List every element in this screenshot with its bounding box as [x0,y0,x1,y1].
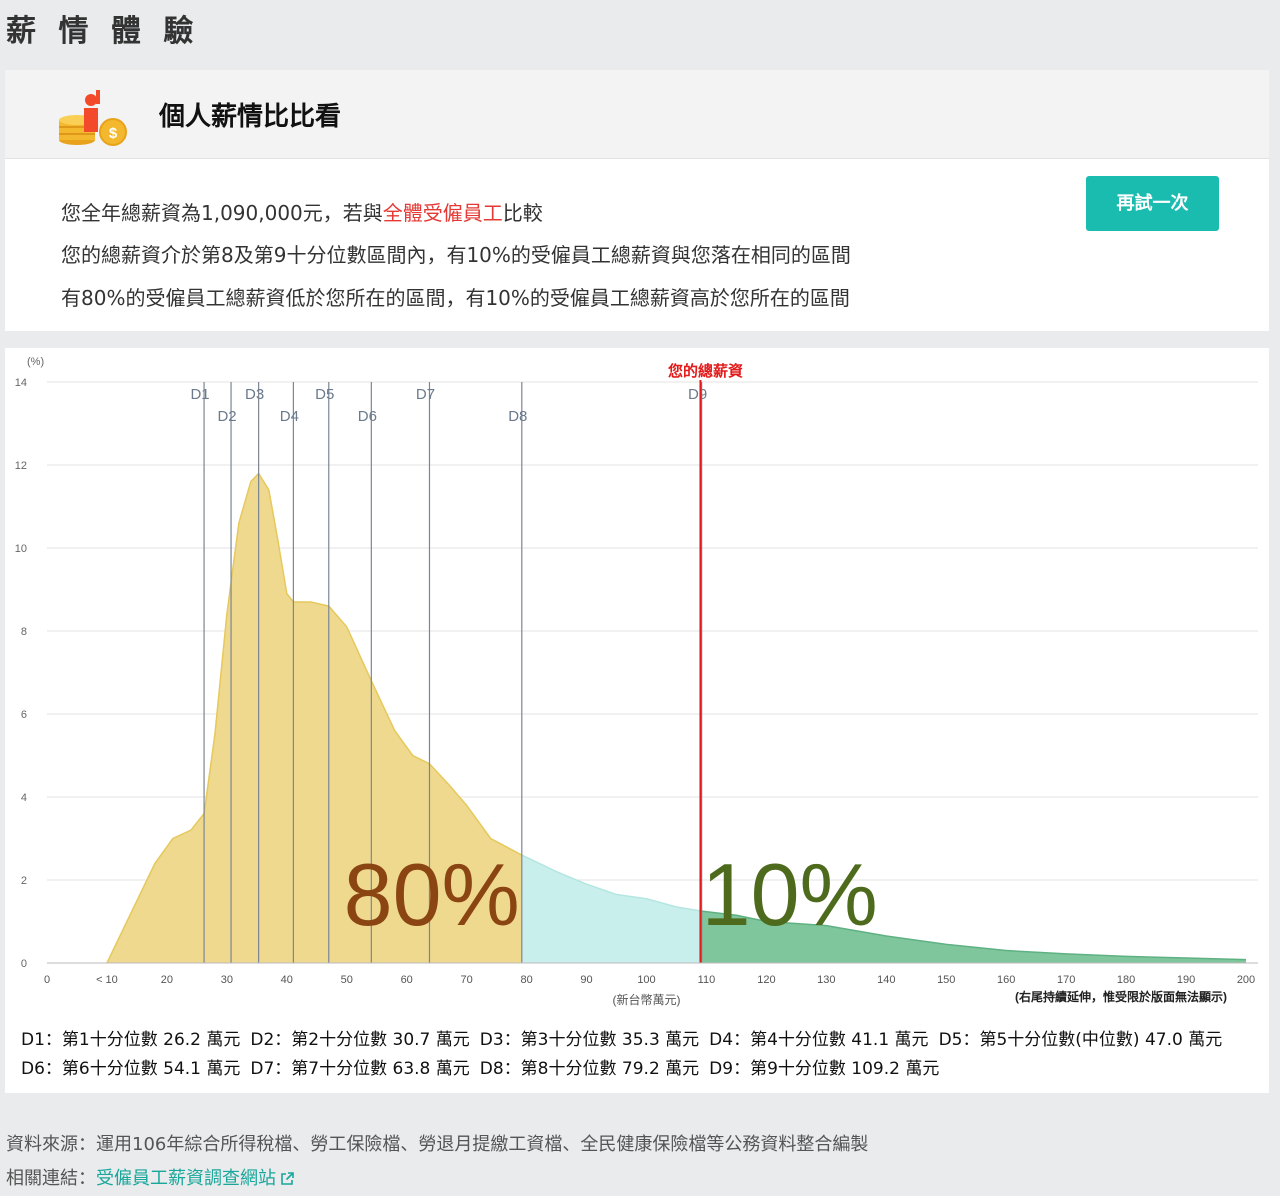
x-tick-label: 160 [997,974,1015,986]
x-tick-label: 150 [937,974,955,986]
x-tick-label: 40 [281,974,293,986]
data-source: 資料來源：運用106年綜合所得稅檔、勞工保險檔、勞退月提繳工資檔、全民健康保險檔… [6,1134,869,1155]
below-share-label: 80% [344,845,520,944]
legend-item-d6: D6：第6十分位數 54.1 萬元 [21,1059,241,1079]
legend-item-d3: D3：第3十分位數 35.3 萬元 [479,1030,700,1050]
x-tick-label: 100 [637,974,655,986]
footer: 資料來源：運用106年綜合所得稅檔、勞工保險檔、勞退月提繳工資檔、全民健康保險檔… [6,1128,868,1196]
y-tick-label: 8 [21,626,27,638]
y-tick-label: 6 [21,709,27,721]
x-tick-label: 0 [44,974,50,986]
y-tick-label: 2 [21,875,27,887]
x-unit-label: (新台幣萬元) [613,992,681,1007]
decile-label-d9: D9 [688,386,707,403]
x-tick-label: 190 [1177,974,1195,986]
user-salary-label: 您的總薪資 [667,362,743,380]
decile-label-d5: D5 [315,386,334,403]
related-links: 相關連結：受僱員工薪資調查網站 [6,1162,868,1196]
y-tick-label: 4 [21,792,27,804]
x-tick-label: 140 [877,974,895,986]
summary-line-3: 有80%的受僱員工總薪資低於您所在的區間，有10%的受僱員工總薪資高於您所在的區… [61,286,850,310]
y-tick-label: 0 [21,958,27,970]
x-tick-label: 90 [580,974,592,986]
summary-line-2: 您的總薪資介於第8及第9十分位數區間內，有10%的受僱員工總薪資與您落在相同的區… [61,243,851,267]
svg-text:$: $ [109,125,118,142]
decile-legend: D1：第1十分位數 26.2 萬元 D2：第2十分位數 30.7 萬元 D3：第3十… [21,1026,1232,1084]
salary-distribution-chart: 0 2 4 6 8 10 12 14(%) D1 D2 D3 D4 D5 D6 D7 D8 D9 您的總薪資 80%… [15,356,1258,1007]
x-tick-label: 110 [698,974,716,986]
comparison-group: 全體受僱員工 [382,201,503,225]
x-tick-label: 50 [341,974,353,986]
y-tick-label: 10 [15,543,27,555]
coins-worker-icon: $ [59,90,127,146]
legend-item-d8: D8：第8十分位數 79.2 萬元 [479,1059,700,1079]
legend-item-d9: D9：第9十分位數 109.2 萬元 [709,1059,940,1079]
external-link-icon[interactable] [280,1172,294,1186]
card-header: $ 個人薪情比比看 [5,70,1269,159]
card-title: 個人薪情比比看 [159,102,342,132]
x-tick-label: 30 [221,974,233,986]
x-tick-label: 130 [817,974,835,986]
legend-item-d4: D4：第4十分位數 41.1 萬元 [709,1030,929,1050]
x-tick-label: < 10 [96,974,118,986]
related-links-label: 相關連結： [6,1168,96,1189]
legend-row-1: D1：第1十分位數 26.2 萬元 D2：第2十分位數 30.7 萬元 D3：第3十… [21,1026,1232,1055]
distribution-area-2 [521,855,702,963]
summary-line-1-prefix: 您全年總薪資為1,090,000元，若與 [61,201,383,225]
summary-line-1-suffix: 比較 [502,201,543,225]
salary-survey-link[interactable]: 受僱員工薪資調查網站 [96,1168,276,1189]
legend-item-d2: D2：第2十分位數 30.7 萬元 [250,1030,470,1050]
x-axis-note: (右尾持續延伸，惟受限於版面無法顯示) [1015,989,1227,1004]
decile-label-d1: D1 [190,386,209,403]
summary-card: 您全年總薪資為1,090,000元，若與全體受僱員工比較 您的總薪資介於第8及第… [5,159,1269,331]
legend-item-d5: D5：第5十分位數(中位數) 47.0 萬元 [938,1030,1223,1050]
decile-label-d4: D4 [280,408,299,425]
decile-label-d6: D6 [358,408,377,425]
summary-line-1: 您全年總薪資為1,090,000元，若與全體受僱員工比較 [61,197,543,226]
decile-label-d7: D7 [416,386,435,403]
x-tick-label: 80 [520,974,532,986]
x-tick-label: 170 [1057,974,1075,986]
chart-card: 0 2 4 6 8 10 12 14 (%) D1 D2 D3 D4 D5 D6 D7 D8 D9 您的總薪資 80%… [5,348,1269,1093]
y-tick-label: 14 [15,377,27,389]
x-tick-label: 20 [161,974,173,986]
legend-row-2: D6：第6十分位數 54.1 萬元 D7：第7十分位數 63.8 萬元 D8：第8十… [21,1055,1232,1084]
x-tick-label: 60 [401,974,413,986]
retry-button[interactable]: 再試一次 [1086,176,1219,231]
legend-item-d1: D1：第1十分位數 26.2 萬元 [21,1030,241,1050]
decile-label-d2: D2 [217,408,236,425]
legend-item-d7: D7：第7十分位數 63.8 萬元 [250,1059,470,1079]
x-tick-label: 200 [1237,974,1255,986]
above-share-label: 10% [702,845,878,944]
x-tick-label: 180 [1117,974,1135,986]
y-tick-label: 12 [15,460,27,472]
decile-label-d3: D3 [245,386,264,403]
y-unit-label: (%) [27,356,44,368]
decile-label-d8: D8 [508,408,527,425]
page-title: 薪 情 體 驗 [6,14,200,49]
x-tick-label: 120 [757,974,775,986]
x-tick-label: 70 [461,974,473,986]
